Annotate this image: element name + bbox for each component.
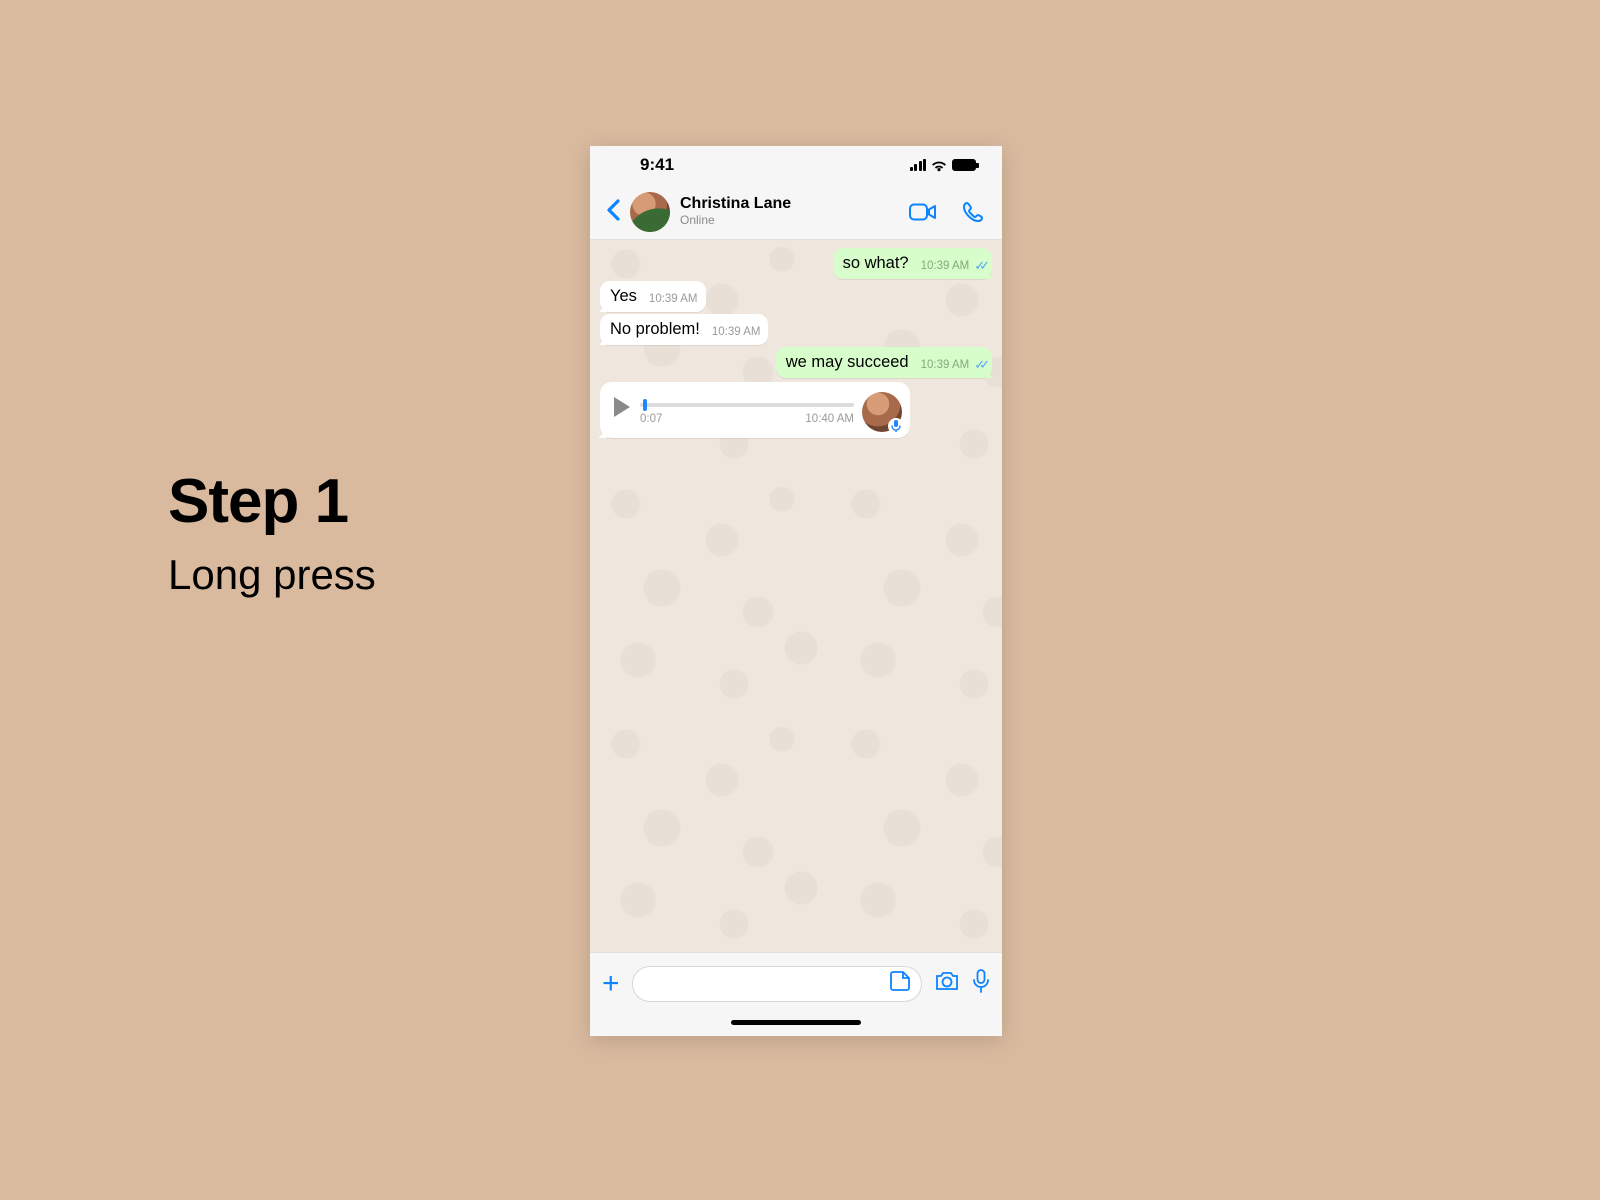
step-title: Step 1 [168, 466, 376, 537]
cell-signal-icon [910, 159, 927, 171]
attach-button[interactable]: + [602, 969, 620, 999]
message-meta: 10:39 AM ✓✓ [921, 358, 984, 372]
home-indicator[interactable] [590, 1014, 1002, 1036]
message-meta: 10:39 AM ✓✓ [921, 259, 984, 273]
message-text: we may succeed [786, 353, 911, 372]
message-meta: 10:39 AM [649, 293, 698, 306]
contact-avatar[interactable] [630, 192, 670, 232]
status-indicators [910, 159, 977, 172]
voice-duration: 0:07 [640, 413, 662, 425]
voice-message[interactable]: 0:07 10:40 AM [600, 382, 910, 438]
status-bar: 9:41 [590, 146, 1002, 184]
voice-call-button[interactable] [958, 197, 988, 227]
back-button[interactable] [604, 195, 622, 229]
instruction-caption: Step 1 Long press [168, 466, 376, 599]
voice-sender-avatar [862, 392, 902, 432]
message-in[interactable]: No problem! 10:39 AM [600, 314, 992, 345]
wifi-icon [930, 159, 948, 172]
message-out[interactable]: we may succeed 10:39 AM ✓✓ [600, 347, 992, 378]
voice-playhead[interactable] [643, 399, 647, 411]
step-subtitle: Long press [168, 551, 376, 599]
battery-icon [952, 159, 976, 171]
message-in[interactable]: Yes 10:39 AM [600, 281, 992, 312]
mic-button[interactable] [972, 969, 990, 998]
contact-status: Online [680, 214, 888, 228]
message-input[interactable] [632, 966, 922, 1002]
message-text: No problem! [610, 320, 702, 339]
contact-name: Christina Lane [680, 195, 888, 213]
message-out[interactable]: so what? 10:39 AM ✓✓ [600, 248, 992, 279]
contact-info[interactable]: Christina Lane Online [680, 195, 888, 227]
chat-body[interactable]: so what? 10:39 AM ✓✓ Yes 10:39 AM No pro… [590, 240, 1002, 952]
mic-icon [888, 418, 904, 434]
voice-track[interactable] [640, 403, 854, 407]
message-meta: 10:39 AM [712, 326, 761, 339]
chat-header: Christina Lane Online [590, 184, 1002, 240]
message-text: Yes [610, 287, 639, 306]
phone-frame: 9:41 Christina Lane Online so what? 10 [590, 146, 1002, 1036]
video-call-button[interactable] [908, 197, 938, 227]
voice-time: 10:40 AM [805, 413, 854, 425]
camera-button[interactable] [934, 970, 960, 997]
read-ticks-icon: ✓✓ [974, 259, 984, 272]
status-time: 9:41 [640, 155, 674, 175]
read-ticks-icon: ✓✓ [974, 358, 984, 371]
message-text: so what? [843, 254, 911, 273]
input-bar: + [590, 952, 1002, 1014]
sticker-button[interactable] [889, 970, 911, 997]
play-icon[interactable] [614, 397, 630, 417]
